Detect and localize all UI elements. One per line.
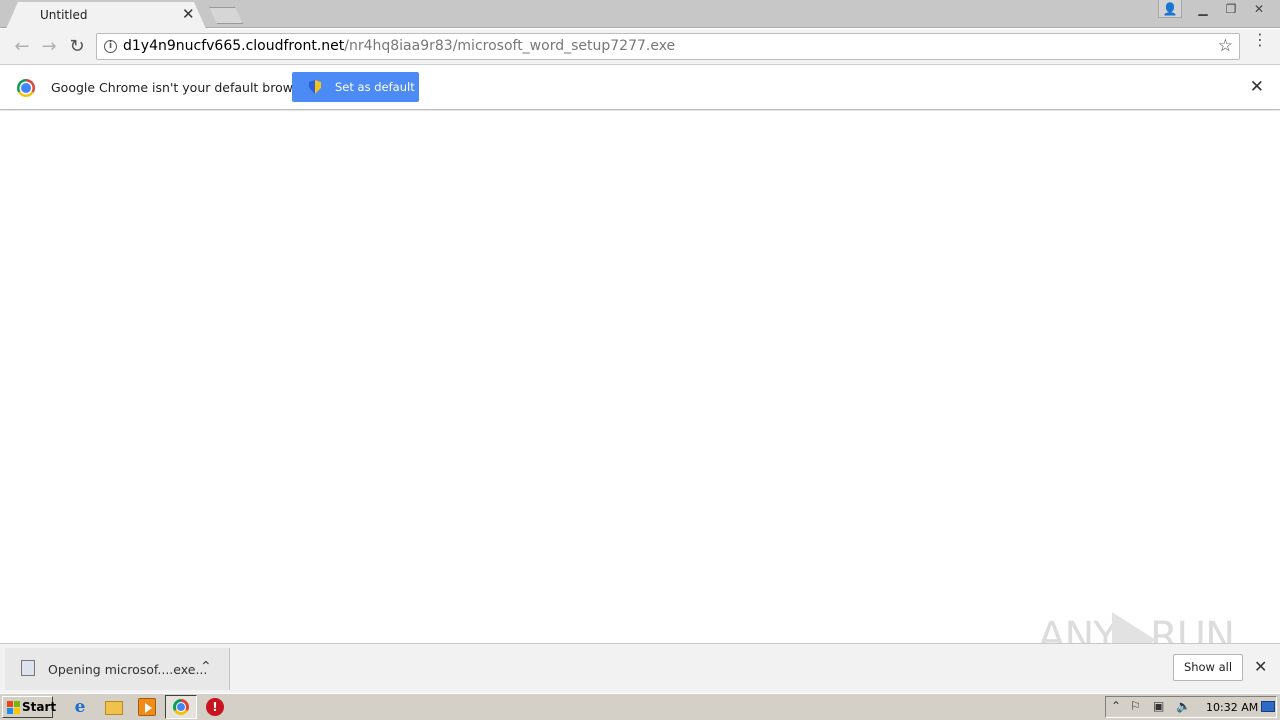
screen: Untitled ✕ 👤 ▁ ❐ ✕ ← → ↻ i d1y4n9nucfv66… [0, 0, 1280, 720]
infobar-message: Google Chrome isn't your default browser [51, 80, 313, 95]
close-window-icon[interactable]: ✕ [1246, 0, 1272, 18]
tab-untitled[interactable]: Untitled ✕ [6, 2, 206, 29]
restore-icon[interactable]: ❐ [1218, 0, 1244, 18]
page-content [0, 111, 1280, 643]
show-all-button[interactable]: Show all [1173, 654, 1243, 681]
clock[interactable]: 10:32 AM [1206, 701, 1258, 714]
info-icon[interactable]: i [104, 40, 117, 53]
media-player-icon[interactable] [138, 698, 156, 716]
set-as-default-label: Set as default [335, 80, 415, 94]
tab-strip: Untitled ✕ 👤 ▁ ❐ ✕ [0, 0, 1280, 29]
reload-icon[interactable]: ↻ [66, 36, 88, 58]
forward-icon[interactable]: → [38, 36, 60, 58]
shield-icon [309, 80, 321, 94]
url-text[interactable]: d1y4n9nucfv665.cloudfront.net/nr4hq8iaa9… [123, 38, 675, 54]
new-tab-button[interactable] [209, 7, 243, 24]
chrome-logo-icon [17, 79, 35, 97]
browser-toolbar: ← → ↻ i d1y4n9nucfv665.cloudfront.net/nr… [0, 29, 1280, 65]
start-button[interactable]: Start [2, 696, 57, 718]
show-desktop-icon[interactable] [1261, 701, 1275, 712]
action-center-flag-icon[interactable]: ⚐ [1130, 699, 1141, 713]
default-browser-infobar: Google Chrome isn't your default browser… [0, 66, 1280, 110]
start-label: Start [22, 700, 57, 714]
bookmark-star-icon[interactable]: ☆ [1218, 36, 1233, 56]
back-icon[interactable]: ← [11, 36, 33, 58]
address-bar[interactable]: i d1y4n9nucfv665.cloudfront.net/nr4hq8ia… [96, 33, 1240, 60]
stop-icon[interactable]: ! [206, 698, 224, 716]
menu-icon[interactable]: ⋮ [1252, 32, 1268, 58]
network-icon[interactable]: ▣ [1153, 699, 1164, 713]
set-as-default-button[interactable]: Set as default [292, 72, 419, 102]
tray-expand-icon[interactable]: ⌃ [1111, 699, 1121, 713]
system-tray: ⌃ ⚐ ▣ 🔈 10:32 AM [1105, 696, 1277, 718]
url-host: d1y4n9nucfv665.cloudfront.net [123, 38, 345, 54]
file-icon [21, 660, 35, 676]
tab-close-icon[interactable]: ✕ [182, 6, 195, 22]
taskbar: Start e ! ⌃ ⚐ ▣ 🔈 10:32 AM [0, 693, 1280, 720]
shelf-close-icon[interactable]: ✕ [1254, 657, 1267, 676]
infobar-close-icon[interactable]: ✕ [1250, 77, 1264, 97]
minimize-icon[interactable]: ▁ [1190, 0, 1216, 18]
chrome-icon [173, 699, 189, 715]
window-controls: 👤 ▁ ❐ ✕ [1158, 0, 1272, 18]
taskbar-chrome-button[interactable] [165, 695, 197, 719]
internet-explorer-icon[interactable]: e [71, 698, 89, 716]
download-shelf: Opening microsof....exe... ⌃ Show all ✕ [0, 643, 1280, 693]
windows-logo-icon [7, 701, 20, 714]
download-item[interactable]: Opening microsof....exe... ⌃ [5, 648, 230, 690]
download-label: Opening microsof....exe... [48, 662, 208, 677]
url-path: /nr4hq8iaa9r83/microsoft_word_setup7277.… [344, 38, 676, 54]
volume-icon[interactable]: 🔈 [1176, 699, 1191, 713]
tab-title: Untitled [40, 8, 88, 22]
user-icon[interactable]: 👤 [1158, 0, 1182, 18]
folder-icon[interactable] [105, 701, 123, 715]
chevron-up-icon[interactable]: ⌃ [200, 659, 212, 675]
